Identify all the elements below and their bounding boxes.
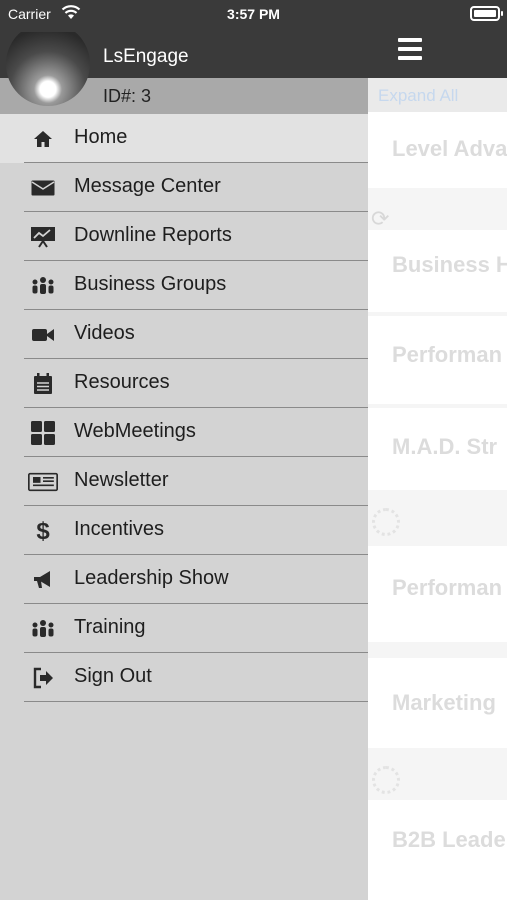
- menu-item-business-groups[interactable]: Business Groups: [0, 261, 368, 310]
- list-item[interactable]: Marketing: [392, 690, 496, 716]
- users-group-icon: [28, 617, 58, 641]
- battery-icon: [470, 6, 503, 21]
- grid-icon: [28, 421, 58, 445]
- video-camera-icon: [28, 323, 58, 347]
- refresh-icon: ⟳: [371, 206, 390, 231]
- sign-out-icon: [28, 666, 58, 690]
- status-bar: Carrier 3:57 PM: [0, 0, 507, 32]
- users-group-icon: [28, 274, 58, 298]
- hamburger-menu-icon[interactable]: [398, 38, 422, 60]
- menu-item-incentives[interactable]: $ Incentives: [0, 506, 368, 555]
- menu-item-training[interactable]: Training: [0, 604, 368, 653]
- list-item[interactable]: Performan: [392, 342, 502, 368]
- loading-spinner-icon: [372, 508, 400, 536]
- list-item[interactable]: B2B Leade: [392, 827, 506, 853]
- menu-item-leadership-show[interactable]: Leadership Show: [0, 555, 368, 604]
- clock: 3:57 PM: [227, 6, 280, 22]
- svg-text:$: $: [36, 518, 50, 544]
- drawer-header: LsEngage ID#: 3: [0, 22, 368, 114]
- loading-spinner-icon: [372, 766, 400, 794]
- dollar-icon: $: [28, 518, 58, 544]
- side-drawer: LsEngage ID#: 3 Home Message Center Down…: [0, 22, 368, 900]
- menu-item-resources[interactable]: Resources: [0, 359, 368, 408]
- list-item[interactable]: Level Adva: [392, 136, 507, 162]
- chart-presentation-icon: [28, 225, 58, 249]
- menu-item-videos[interactable]: Videos: [0, 310, 368, 359]
- avatar[interactable]: [6, 22, 90, 106]
- menu-item-newsletter[interactable]: Newsletter: [0, 457, 368, 506]
- home-icon: [28, 127, 58, 151]
- menu-item-home[interactable]: Home: [0, 114, 368, 163]
- menu-item-downline-reports[interactable]: Downline Reports: [0, 212, 368, 261]
- expand-all-button[interactable]: Expand All: [368, 78, 507, 112]
- envelope-icon: [28, 176, 58, 200]
- menu-item-message-center[interactable]: Message Center: [0, 163, 368, 212]
- main-content: Expand All Level Adva ⟳ Business H Perfo…: [368, 78, 507, 900]
- menu-item-sign-out[interactable]: Sign Out: [0, 653, 368, 702]
- username: LsEngage: [103, 46, 189, 67]
- megaphone-icon: [28, 568, 58, 592]
- user-id: ID#: 3: [103, 86, 152, 106]
- list-item[interactable]: M.A.D. Str: [392, 434, 497, 460]
- calendar-icon: [28, 372, 58, 396]
- newspaper-icon: [28, 470, 58, 494]
- drawer-menu: Home Message Center Downline Reports Bus…: [0, 114, 368, 702]
- list-item[interactable]: Performan: [392, 575, 502, 601]
- list-item[interactable]: Business H: [392, 252, 507, 278]
- menu-item-webmeetings[interactable]: WebMeetings: [0, 408, 368, 457]
